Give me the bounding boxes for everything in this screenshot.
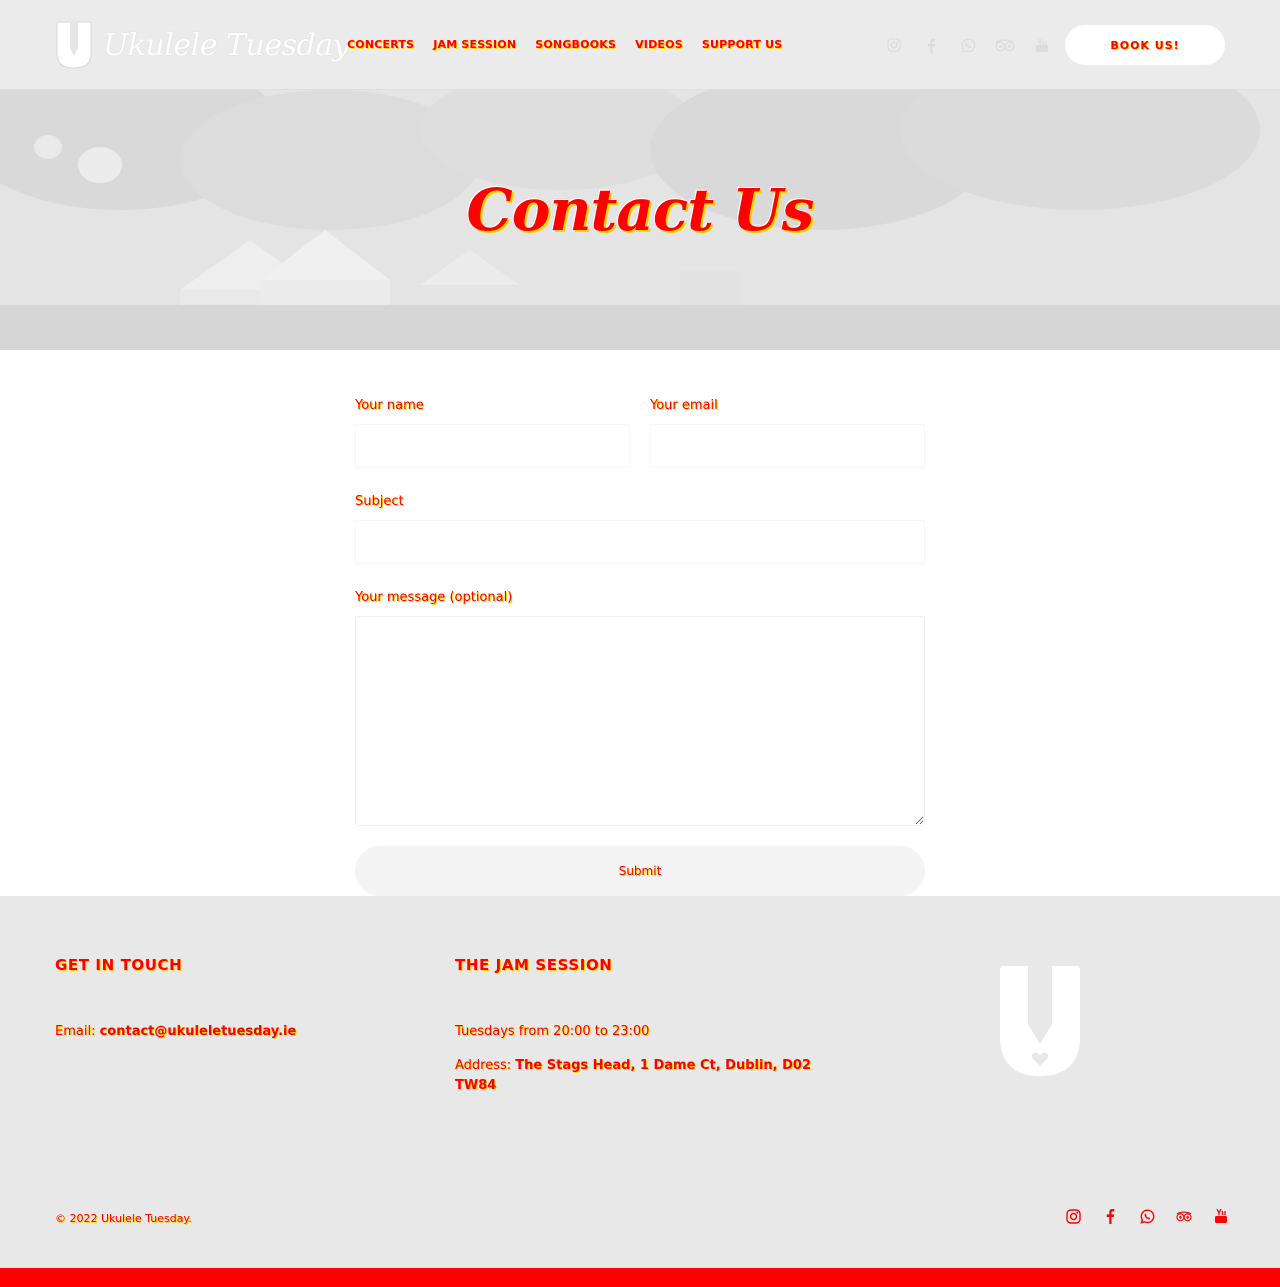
footer-jam-schedule: Tuesdays from 20:00 to 23:00 <box>455 1024 650 1039</box>
nav-videos[interactable]: Videos <box>635 36 683 54</box>
brand-name: Ukulele Tuesday <box>103 27 350 63</box>
email-input[interactable] <box>650 424 925 468</box>
book-us-button[interactable]: BOOK US! <box>1065 25 1225 65</box>
nav-concerts[interactable]: Concerts <box>347 36 414 54</box>
tripadvisor-icon[interactable] <box>1176 1207 1192 1225</box>
hero-banner: Contact Us <box>0 90 1280 350</box>
email-label: Your email <box>650 398 718 413</box>
youtube-icon[interactable] <box>1032 35 1052 55</box>
bottom-accent-bar <box>0 1268 1280 1287</box>
nav-songbooks[interactable]: Songbooks <box>535 36 616 54</box>
subject-label: Subject <box>355 494 404 509</box>
tripadvisor-icon[interactable] <box>995 35 1015 55</box>
facebook-icon[interactable] <box>1102 1207 1118 1225</box>
message-label: Your message (optional) <box>355 590 513 605</box>
footer-email-link[interactable]: contact@ukuleletuesday.ie <box>100 1024 297 1039</box>
footer-email-prefix: Email: <box>55 1024 100 1039</box>
whatsapp-icon[interactable] <box>1139 1207 1155 1225</box>
name-label: Your name <box>355 398 424 413</box>
footer-address-prefix: Address: <box>455 1058 516 1073</box>
copyright-text: © 2022 Ukulele Tuesday. <box>55 1212 192 1225</box>
submit-button[interactable]: Submit <box>355 846 925 896</box>
instagram-icon[interactable] <box>1065 1207 1081 1225</box>
nav-support-us[interactable]: Support us <box>702 36 783 54</box>
site-logo[interactable]: Ukulele Tuesday <box>55 20 350 70</box>
footer-logo-icon <box>1000 966 1080 1076</box>
instagram-icon[interactable] <box>884 35 904 55</box>
message-textarea[interactable] <box>355 616 925 826</box>
name-input[interactable] <box>355 424 630 468</box>
ukulele-logo-icon <box>56 21 92 69</box>
page-title: Contact Us <box>466 176 815 244</box>
footer-jam-heading: The jam session <box>455 956 613 974</box>
whatsapp-icon[interactable] <box>958 35 978 55</box>
site-header: Ukulele Tuesday Concerts Jam Session Son… <box>0 0 1280 90</box>
footer-email-line: Email: contact@ukuleletuesday.ie <box>55 1022 415 1042</box>
facebook-icon[interactable] <box>921 35 941 55</box>
footer-jam-address: Address: The Stags Head, 1 Dame Ct, Dubl… <box>455 1056 825 1096</box>
footer-contact-heading: Get in touch <box>55 956 183 974</box>
footer-social-links <box>1065 1207 1229 1225</box>
header-social-links <box>884 35 1052 55</box>
youtube-icon[interactable] <box>1213 1207 1229 1225</box>
footer-contact: Get in touch Email: contact@ukuleletuesd… <box>55 956 415 1042</box>
nav-jam-session[interactable]: Jam Session <box>433 36 516 54</box>
main-nav: Concerts Jam Session Songbooks Videos Su… <box>347 36 782 54</box>
footer-jam-session: The jam session Tuesdays from 20:00 to 2… <box>455 956 825 1096</box>
subject-input[interactable] <box>355 520 925 564</box>
